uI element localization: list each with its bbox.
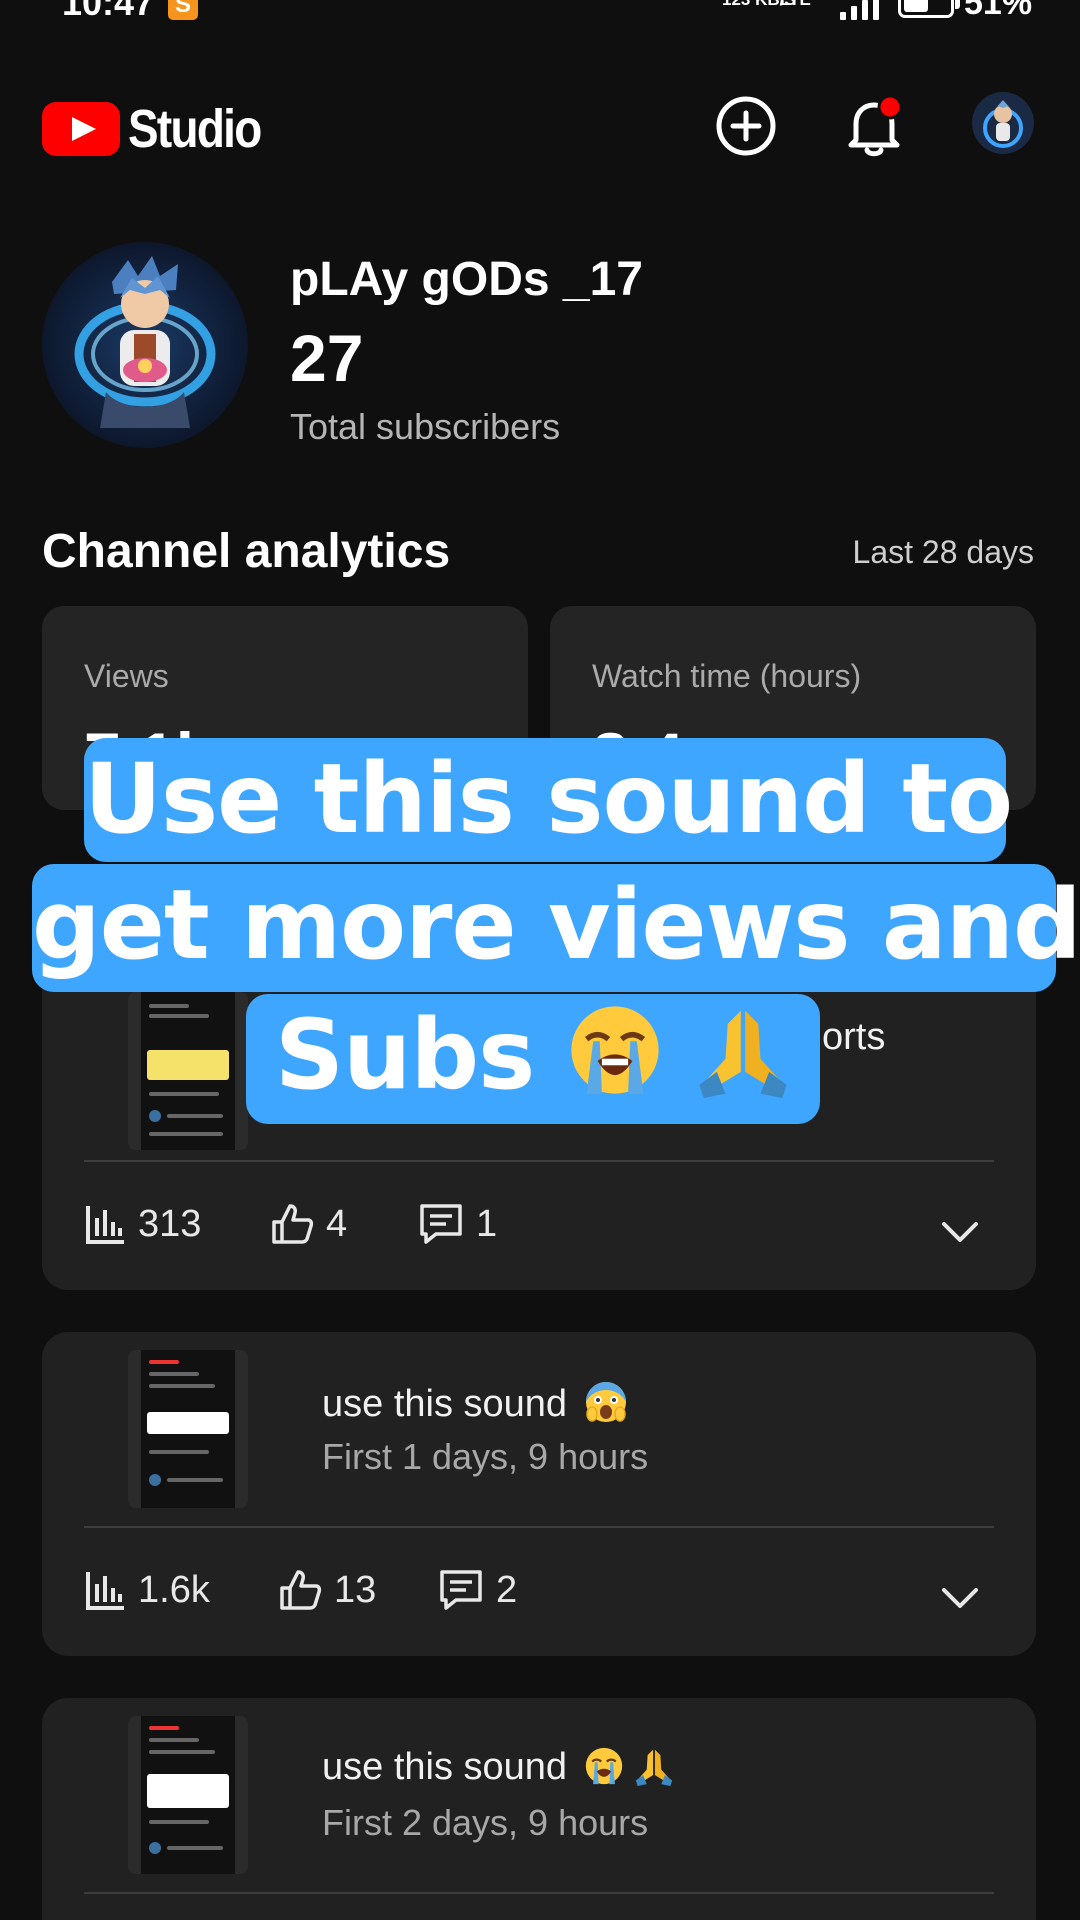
- channel-name: pLAy gODs _17: [290, 253, 643, 306]
- divider: [84, 1160, 994, 1162]
- likes-count: 13: [334, 1568, 377, 1611]
- video-title: use this sound: [322, 1746, 674, 1789]
- divider: [84, 1526, 994, 1528]
- comments-count: 1: [476, 1202, 498, 1245]
- account-avatar[interactable]: [972, 92, 1034, 154]
- subscriber-count: 27: [290, 321, 364, 395]
- video-thumbnail[interactable]: [128, 1716, 248, 1874]
- status-time: 10:47: [62, 0, 155, 23]
- overlay-text-1: Use this sound to: [84, 743, 1013, 855]
- subscriber-label: Total subscribers: [290, 406, 561, 447]
- brand-text: Studio: [128, 99, 262, 159]
- video-subtitle: First 1 days, 9 hours: [322, 1436, 649, 1477]
- likes-count: 4: [326, 1202, 348, 1245]
- channel-avatar[interactable]: [42, 242, 248, 448]
- video-thumbnail[interactable]: [128, 992, 248, 1150]
- channel-analytics-title: Channel analytics: [42, 525, 451, 578]
- battery-icon: [898, 0, 960, 18]
- video-thumbnail[interactable]: [128, 1350, 248, 1508]
- views-count: 313: [138, 1202, 202, 1245]
- video-title-text: use this sound: [322, 1746, 568, 1788]
- video-subtitle: orts: [822, 1016, 886, 1058]
- comment-icon: [440, 1570, 482, 1610]
- shocked-face-emoji-icon: [585, 1382, 626, 1422]
- video-subtitle: First 2 days, 9 hours: [322, 1802, 649, 1843]
- comments-metric: 2: [438, 1568, 517, 1612]
- thumbs-up-icon: [272, 1204, 314, 1244]
- folded-hands-emoji-icon: [636, 1749, 673, 1786]
- folded-hands-emoji-icon: [699, 1010, 787, 1098]
- views-count: 1.6k: [138, 1568, 210, 1611]
- views-label: Views: [84, 658, 169, 694]
- thumbs-up-icon: [280, 1570, 322, 1610]
- likes-metric: 13: [278, 1568, 376, 1612]
- analytics-range[interactable]: Last 28 days: [853, 534, 1034, 571]
- comments-count: 2: [496, 1568, 518, 1611]
- crying-face-emoji-icon: [571, 1006, 659, 1094]
- video-title: use this sound: [322, 1380, 628, 1426]
- signal-icon: [840, 0, 879, 20]
- comments-metric: 1: [418, 1202, 497, 1246]
- notification-bell-icon[interactable]: [836, 88, 912, 164]
- comment-icon: [420, 1204, 462, 1244]
- youtube-play-icon: [42, 102, 120, 156]
- video-card[interactable]: use this sound First 2 days, 9 hours: [42, 1698, 1036, 1920]
- overlay-text-3: Subs: [274, 999, 535, 1111]
- views-metric: 1.6k: [84, 1568, 210, 1612]
- overlay-caption-line-3: Subs: [246, 994, 820, 1124]
- battery-percent: 51%: [964, 0, 1033, 22]
- create-icon[interactable]: [708, 88, 784, 164]
- overlay-caption-line-2: get more views and: [32, 864, 1080, 992]
- crying-face-emoji-icon: [585, 1747, 622, 1785]
- analytics-bars-icon: [86, 1206, 124, 1244]
- network-type: LTE: [780, 0, 811, 8]
- status-bar: 10:47 S 123 KB/S LTE 51%: [0, 0, 1080, 30]
- analytics-bars-icon: [86, 1572, 124, 1610]
- notification-dot: [877, 94, 903, 120]
- divider: [84, 1892, 994, 1894]
- watch-time-label: Watch time (hours): [592, 658, 862, 694]
- youtube-studio-logo[interactable]: Studio: [42, 98, 284, 160]
- app-notification-badge: S: [168, 0, 198, 20]
- video-title-text: use this sound: [322, 1383, 568, 1425]
- overlay-text-2: get more views and: [32, 869, 1080, 981]
- overlay-caption-line-1: Use this sound to: [84, 738, 1013, 862]
- likes-metric: 4: [270, 1202, 347, 1246]
- video-card[interactable]: use this sound First 1 days, 9 hours 1.6…: [42, 1332, 1036, 1656]
- chevron-down-icon[interactable]: [938, 1576, 982, 1620]
- chevron-down-icon[interactable]: [938, 1210, 982, 1254]
- views-metric: 313: [84, 1202, 201, 1246]
